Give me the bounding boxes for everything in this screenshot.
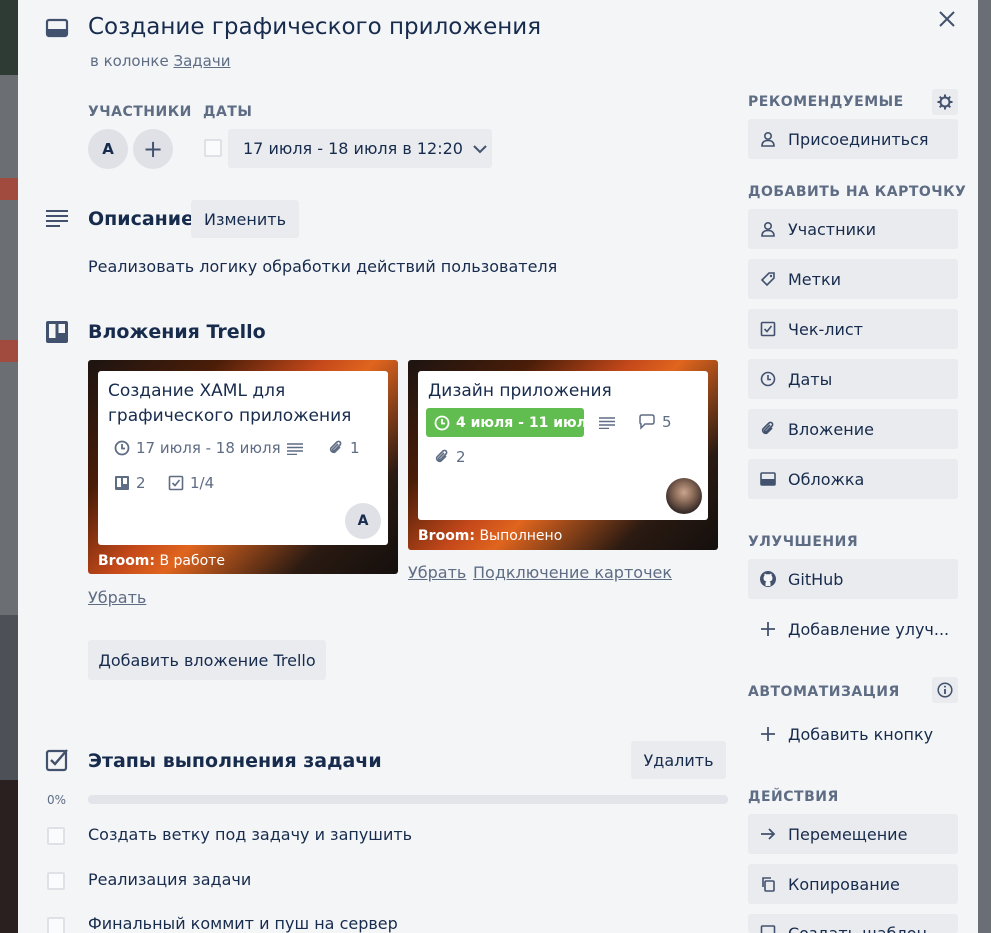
board-background-right [978,0,991,933]
attachment-1-boards: 2 [114,474,146,492]
checklist-item-3-checkbox[interactable] [47,917,65,933]
chevron-down-icon [473,144,487,154]
attachment-2-comments: 5 [638,413,672,431]
attachment-1-member-avatar[interactable]: A [345,503,381,539]
remove-attachment-2-link[interactable]: Убрать [408,563,466,582]
checklist-item-3[interactable]: Финальный коммит и пуш на сервер [88,914,398,933]
add-member-button[interactable]: + [133,129,173,169]
clock-icon [434,415,450,431]
arrow-right-icon [748,827,788,841]
checklist-heading: Этапы выполнения задачи [88,750,382,772]
clock-icon [114,440,130,456]
attachment-1-attach-count: 1 [328,439,360,457]
github-button[interactable]: GitHub [748,559,958,599]
checklist-icon [748,321,788,337]
attachment-card-1[interactable]: Создание XAML для графического приложени… [88,360,398,574]
checklist-item-1[interactable]: Создать ветку под задачу и запушить [88,825,412,844]
due-date-button[interactable]: 17 июля - 18 июля в 12:20 [228,129,492,168]
automation-label: АВТОМАТИЗАЦИЯ [748,684,900,700]
attachment-1-title-line2: графического приложения [108,406,352,426]
checklist-button[interactable]: Чек-лист [748,309,958,349]
add-button-button[interactable]: Добавить кнопку [748,714,958,754]
attachment-1-title-line1: Создание XAML для [108,381,286,401]
attachment-card-2[interactable]: Дизайн приложения 4 июля - 11 июля 5 2 B… [408,360,718,550]
comment-icon [638,414,656,430]
card-column: в колонке Задачи [90,52,230,70]
attachment-1-board-footer: Broom: В работе [98,553,225,569]
add-powerup-button[interactable]: Добавление улуч... [748,609,958,649]
card-detail-modal: Создание графического приложения в колон… [18,0,978,933]
add-to-card-label: ДОБАВИТЬ НА КАРТОЧКУ [748,184,967,200]
paperclip-icon [328,440,344,456]
checklist-icon [44,747,70,773]
attachment-card-1-preview[interactable]: Создание XAML для графического приложени… [98,371,388,545]
copy-icon [748,876,788,892]
description-text[interactable]: Реализовать логику обработки действий по… [88,257,557,276]
labels-button[interactable]: Метки [748,259,958,299]
member-avatar[interactable]: A [88,129,128,169]
card-icon [44,16,70,40]
connect-cards-link[interactable]: Подключение карточек [473,563,672,582]
actions-label: ДЕЙСТВИЯ [748,789,839,805]
description-indicator-icon [598,415,616,431]
template-icon [748,924,788,933]
checklist-progress-bar [88,795,728,804]
board-background-left [0,0,18,933]
person-icon [748,221,788,237]
column-prefix: в колонке [90,52,169,70]
dates-button[interactable]: Даты [748,359,958,399]
attachment-card-2-preview[interactable]: Дизайн приложения 4 июля - 11 июля 5 2 [418,371,708,520]
github-icon [748,570,788,588]
attachment-1-due: 17 июля - 18 июля [114,439,281,457]
join-button[interactable]: Присоединиться [748,119,958,159]
close-icon[interactable] [934,6,960,32]
checklist-item-2[interactable]: Реализация задачи [88,870,251,889]
edit-description-button[interactable]: Изменить [191,200,299,238]
checklist-icon [168,475,184,491]
checklist-item-2-checkbox[interactable] [47,872,65,890]
attachment-2-due-badge: 4 июля - 11 июля [426,408,596,437]
delete-checklist-button[interactable]: Удалить [631,741,726,779]
card-title[interactable]: Создание графического приложения [88,14,541,40]
attachment-2-title: Дизайн приложения [428,381,612,401]
attachment-2-board-footer: Broom: Выполнено [418,528,563,544]
description-icon [44,207,70,229]
attachment-button[interactable]: Вложение [748,409,958,449]
move-button[interactable]: Перемещение [748,814,958,854]
copy-button[interactable]: Копирование [748,864,958,904]
remove-attachment-1-link[interactable]: Убрать [88,588,146,607]
person-icon [748,131,788,147]
plus-icon [748,726,788,742]
members-button[interactable]: Участники [748,209,958,249]
cover-icon [748,472,788,486]
attachment-1-checklist: 1/4 [168,474,214,492]
label-icon [748,271,788,287]
add-trello-attachment-button[interactable]: Добавить вложение Trello [88,640,326,680]
due-date-value: 17 июля - 18 июля в 12:20 [243,139,463,158]
attachment-2-attach-count: 2 [434,448,466,466]
board-icon [114,475,130,491]
powerups-label: УЛУЧШЕНИЯ [748,534,859,550]
suggested-label: РЕКОМЕНДУЕМЫЕ [748,94,904,110]
checklist-percent: 0% [47,793,67,807]
gear-icon[interactable] [932,89,958,115]
clock-icon [748,371,788,387]
cover-button[interactable]: Обложка [748,459,958,499]
info-icon[interactable] [932,677,958,703]
due-complete-checkbox[interactable] [204,139,222,157]
trello-icon [44,319,70,345]
checklist-item-1-checkbox[interactable] [47,827,65,845]
description-heading: Описание [88,208,195,230]
column-link[interactable]: Задачи [174,52,231,70]
attachment-2-member-avatar[interactable] [666,478,702,514]
description-indicator-icon [286,441,304,457]
plus-icon [748,621,788,637]
paperclip-icon [748,421,788,437]
members-label: УЧАСТНИКИ [88,104,192,120]
paperclip-icon [434,449,450,465]
attachments-heading: Вложения Trello [88,321,266,343]
make-template-button[interactable]: Создать шаблон [748,914,958,933]
dates-label: ДАТЫ [203,104,253,120]
